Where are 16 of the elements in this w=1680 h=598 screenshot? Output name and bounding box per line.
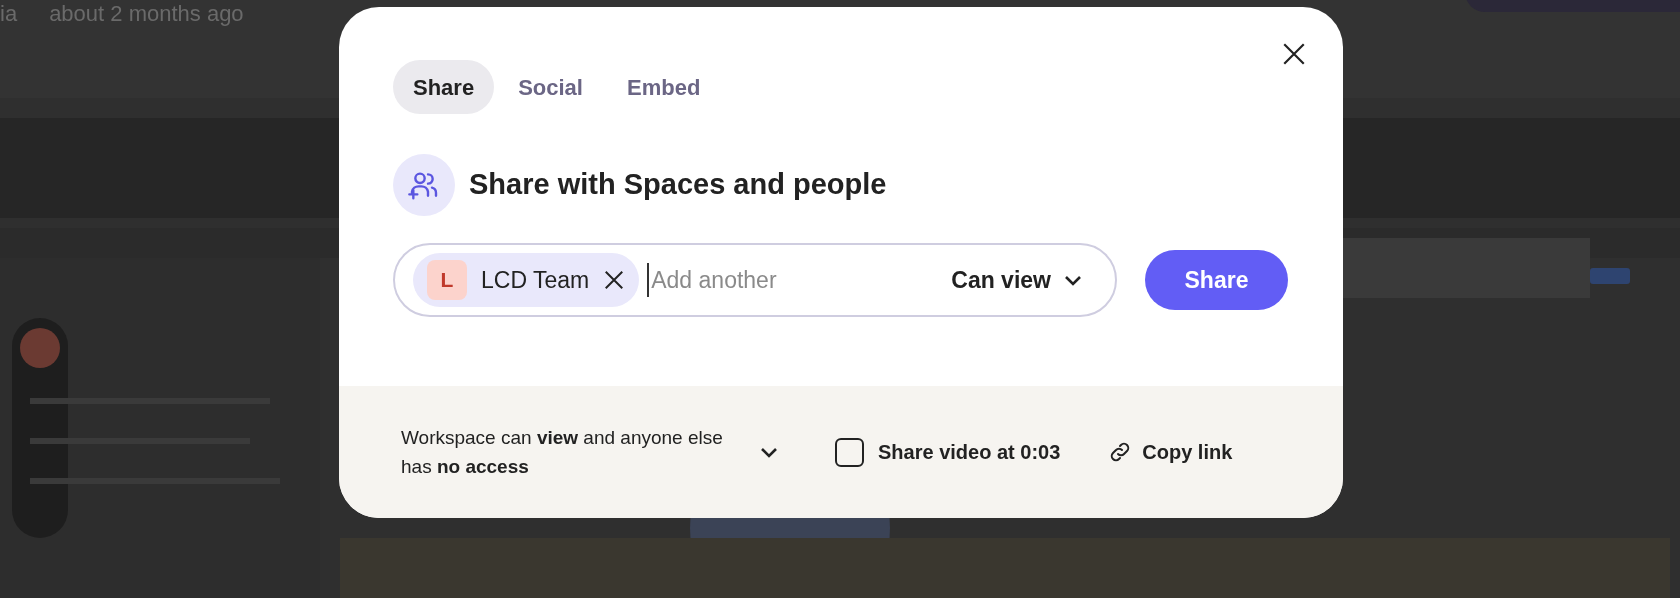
- share-button[interactable]: Share: [1145, 250, 1288, 310]
- recipient-name: LCD Team: [481, 265, 590, 295]
- checkbox-label: Share video at 0:03: [878, 440, 1061, 465]
- close-icon[interactable]: [1281, 41, 1307, 67]
- tab[interactable]: Social: [498, 60, 603, 114]
- copy-link-button[interactable]: Copy link: [1108, 437, 1233, 467]
- checkbox[interactable]: [835, 437, 864, 467]
- access-description: Workspace can view and anyone else has no access: [401, 426, 724, 479]
- tab[interactable]: Share: [393, 60, 495, 114]
- recipient-field[interactable]: L LCD Team Add another Can view: [393, 243, 1117, 317]
- tab[interactable]: Embed: [606, 60, 721, 114]
- add-recipient-input[interactable]: Add another: [647, 262, 952, 298]
- avatar: L: [427, 260, 467, 300]
- dialog-heading: Share with Spaces and people: [469, 167, 887, 203]
- remove-icon[interactable]: [603, 269, 626, 291]
- permission-dropdown[interactable]: Can view: [951, 262, 1085, 298]
